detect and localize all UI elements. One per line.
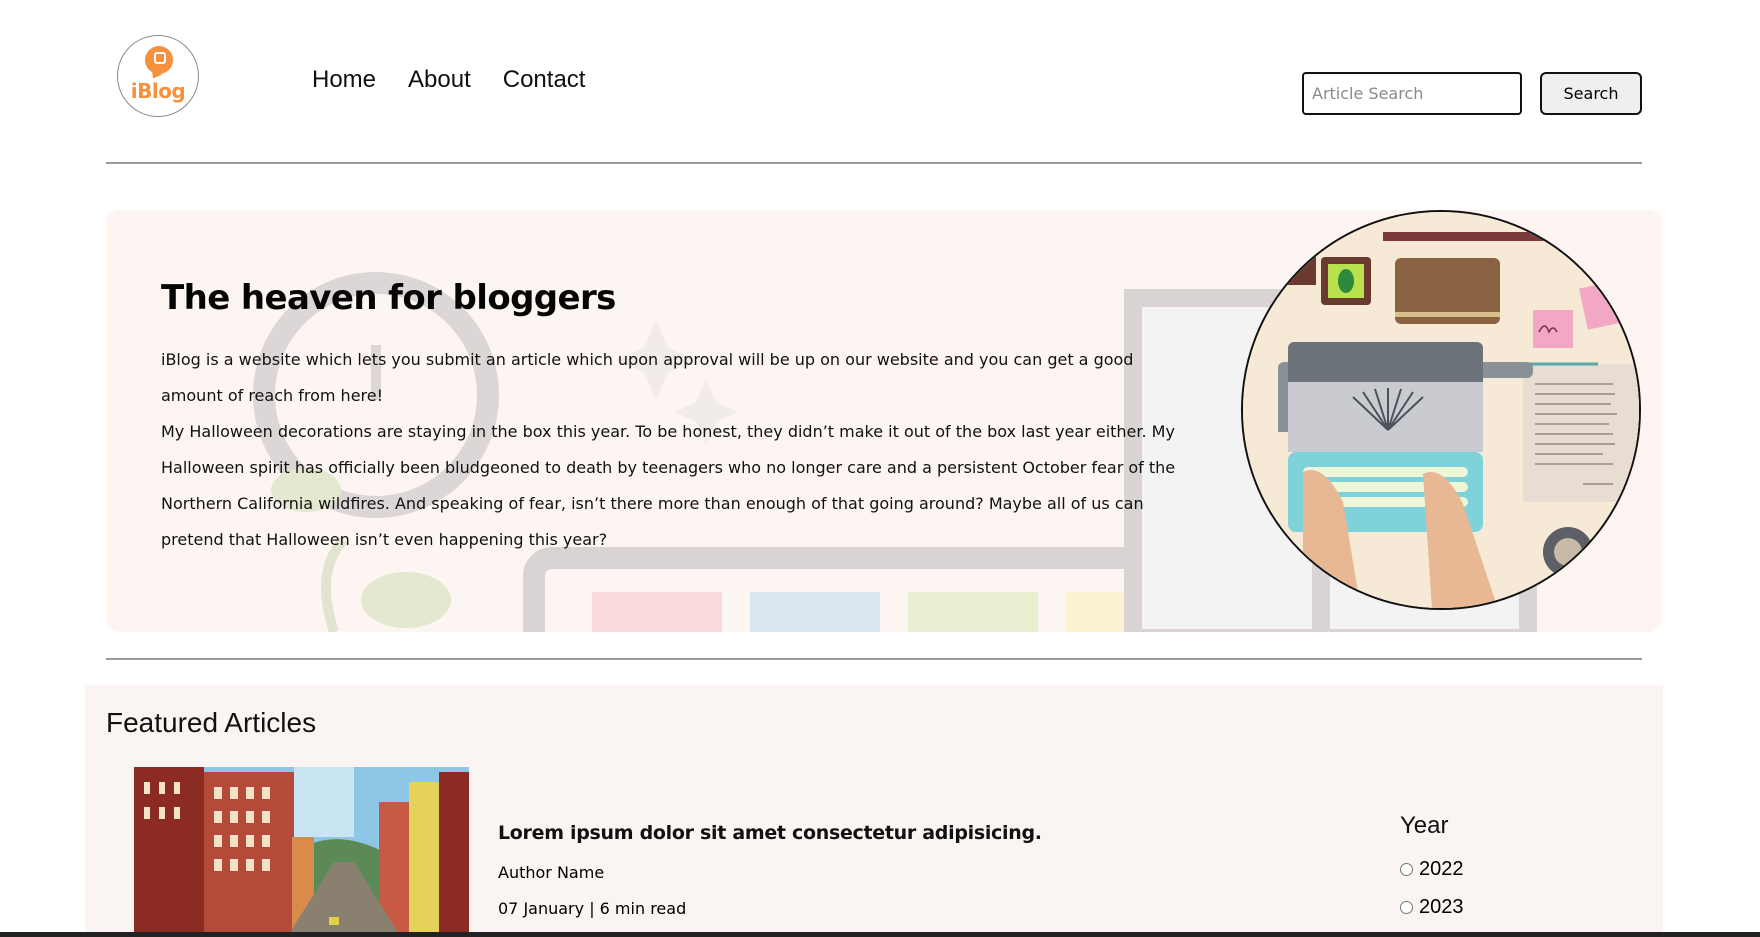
- year-option-2023[interactable]: 2023: [1400, 888, 1464, 926]
- header-divider: [106, 162, 1642, 164]
- article-search-input[interactable]: [1302, 72, 1522, 115]
- hero-paragraph-1: iBlog is a website which lets you submit…: [161, 350, 1134, 405]
- typewriter-illustration: [1241, 210, 1641, 610]
- featured-articles-section: Featured Articles Lorem ipsum dolor sit …: [85, 685, 1663, 937]
- year-filter-heading: Year: [1400, 812, 1449, 839]
- hero-title: The heaven for bloggers: [161, 278, 616, 318]
- hero-paragraph-2: My Halloween decorations are staying in …: [161, 422, 1176, 549]
- street-scene-image: [134, 767, 469, 937]
- hero-description: iBlog is a website which lets you submit…: [161, 342, 1181, 558]
- logo[interactable]: iBlog: [117, 35, 199, 117]
- logo-text: iBlog: [130, 79, 186, 103]
- search-button[interactable]: Search: [1540, 72, 1642, 115]
- year-radio-2022[interactable]: [1400, 862, 1413, 876]
- nav-about-link[interactable]: About: [408, 66, 471, 94]
- year-option-2022[interactable]: 2022: [1400, 850, 1464, 888]
- article-title[interactable]: Lorem ipsum dolor sit amet consectetur a…: [498, 822, 1042, 844]
- year-filter: Year 2022 2023: [1400, 812, 1464, 926]
- main-nav: Home About Contact: [312, 66, 585, 94]
- year-radio-2023[interactable]: [1400, 900, 1413, 914]
- typewriter-image: [1243, 212, 1639, 608]
- section-divider: [106, 658, 1642, 660]
- year-option-label: 2022: [1419, 857, 1464, 880]
- nav-home-link[interactable]: Home: [312, 66, 376, 94]
- article-author: Author Name: [498, 863, 605, 882]
- featured-articles-heading: Featured Articles: [106, 707, 317, 738]
- bottom-edge: [0, 932, 1760, 937]
- chat-bubble-icon: [145, 46, 173, 74]
- article-meta: 07 January | 6 min read: [498, 899, 687, 918]
- article-thumbnail[interactable]: [134, 767, 469, 937]
- edit-icon: [154, 52, 166, 64]
- nav-contact-link[interactable]: Contact: [503, 66, 586, 94]
- year-option-label: 2023: [1419, 895, 1464, 918]
